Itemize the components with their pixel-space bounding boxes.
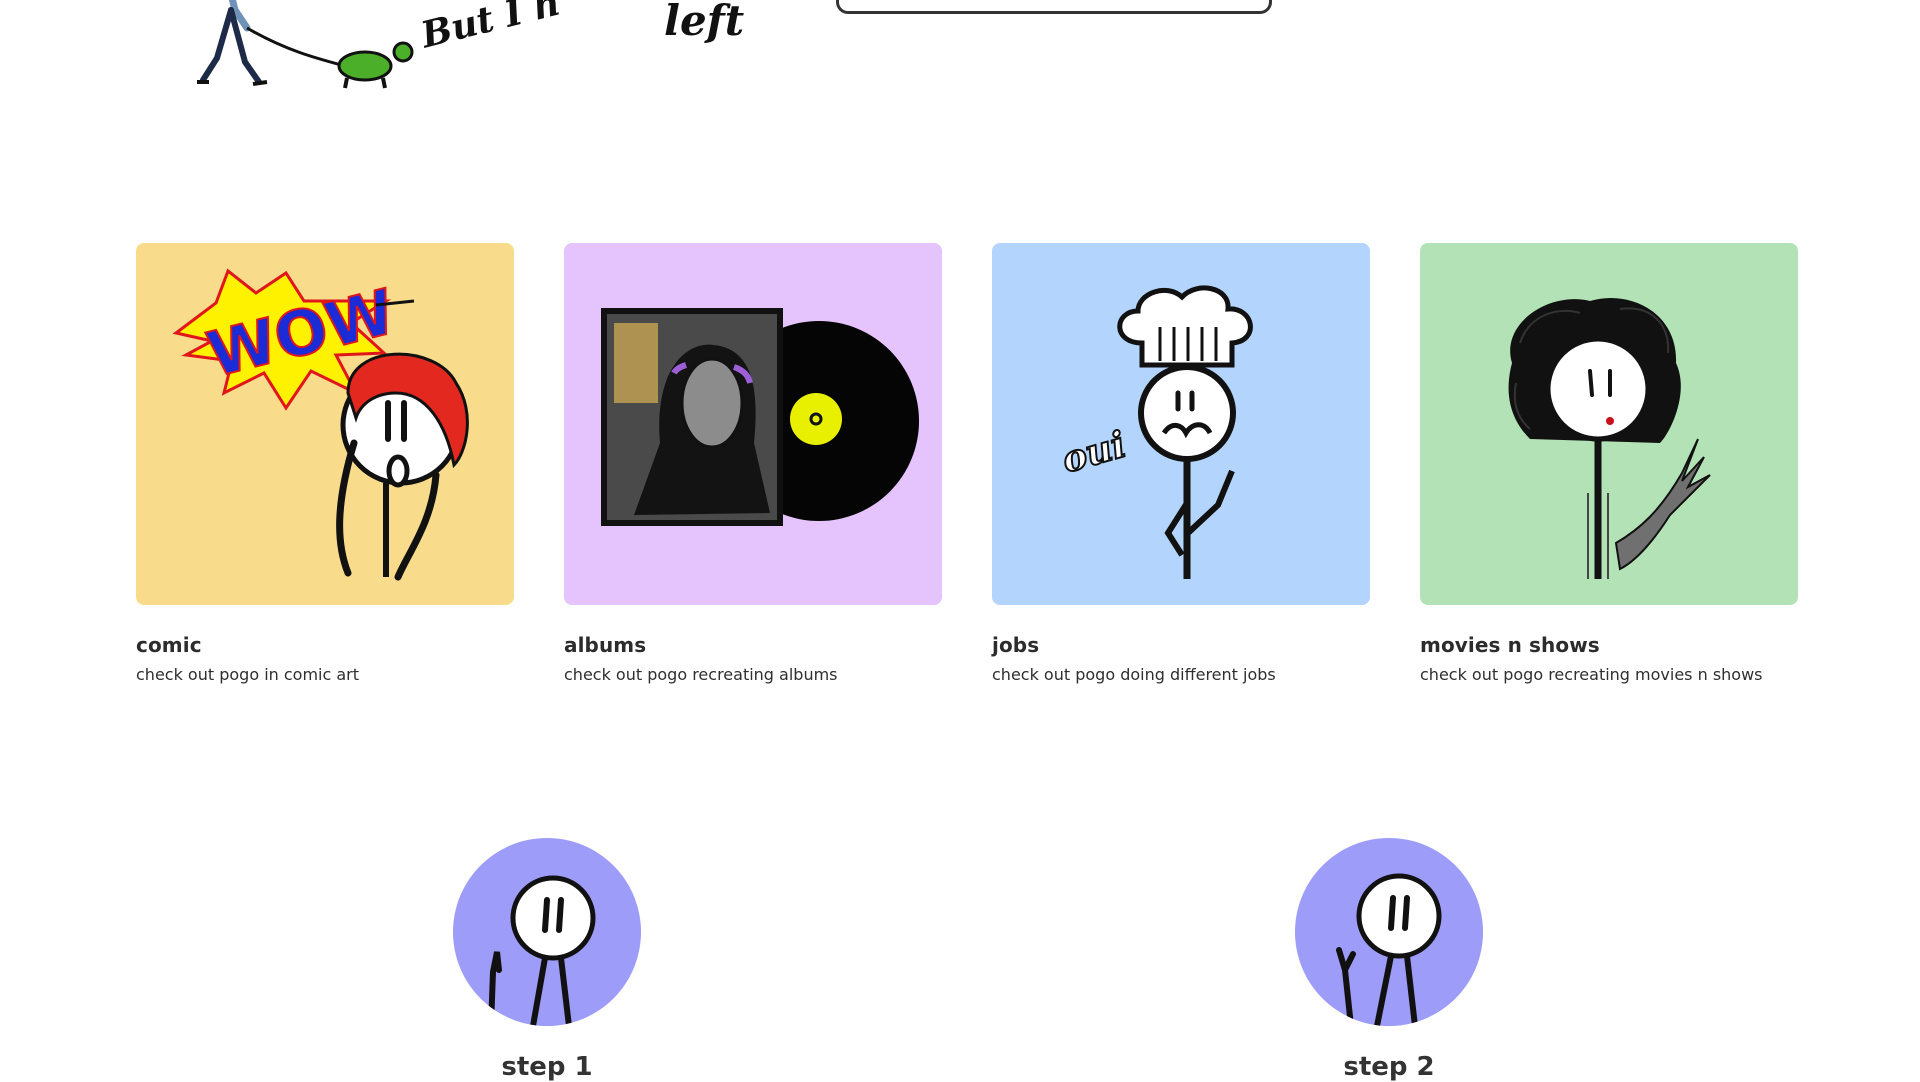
step-label: step 1: [501, 1052, 593, 1082]
step-1: step 1: [452, 838, 642, 1082]
category-description: check out pogo doing different jobs: [992, 665, 1276, 684]
category-card-albums[interactable]: albums check out pogo recreating albums: [564, 243, 942, 684]
category-card-jobs[interactable]: oui jobs check out pogo doing different …: [992, 243, 1370, 684]
category-title[interactable]: comic: [136, 633, 514, 657]
stickman-one-finger-icon: [488, 875, 596, 1026]
category-thumbnail[interactable]: oui: [992, 243, 1370, 605]
hero-section: But I h left: [0, 0, 1920, 140]
vinyl-album-icon: [601, 308, 919, 526]
step-avatar: [1295, 838, 1483, 1026]
hero-speech-box: [836, 0, 1272, 14]
svg-text:oui: oui: [1057, 423, 1130, 481]
category-thumbnail[interactable]: [1420, 243, 1798, 605]
chef-icon: oui: [1056, 285, 1253, 579]
category-title[interactable]: albums: [564, 633, 942, 657]
category-thumbnail[interactable]: WOW: [136, 243, 514, 605]
wow-comic-icon: WOW: [172, 268, 469, 581]
category-description: check out pogo in comic art: [136, 665, 360, 684]
category-title[interactable]: jobs: [992, 633, 1370, 657]
category-card-movies-n-shows[interactable]: movies n shows check out pogo recreating…: [1420, 243, 1798, 684]
category-card-comic[interactable]: WOW comic check out pogo in comic art: [136, 243, 514, 684]
step-avatar: [453, 838, 641, 1026]
stickman-two-fingers-icon: [1336, 873, 1442, 1026]
category-thumbnail[interactable]: [564, 243, 942, 605]
hero-handwritten-left: left: [664, 0, 745, 45]
category-description: check out pogo recreating albums: [564, 665, 838, 684]
step-label: step 2: [1343, 1052, 1435, 1082]
category-title[interactable]: movies n shows: [1420, 633, 1798, 657]
scissorhands-icon: [1508, 297, 1711, 579]
step-2: step 2: [1294, 838, 1484, 1082]
category-description: check out pogo recreating movies n shows: [1420, 665, 1763, 684]
